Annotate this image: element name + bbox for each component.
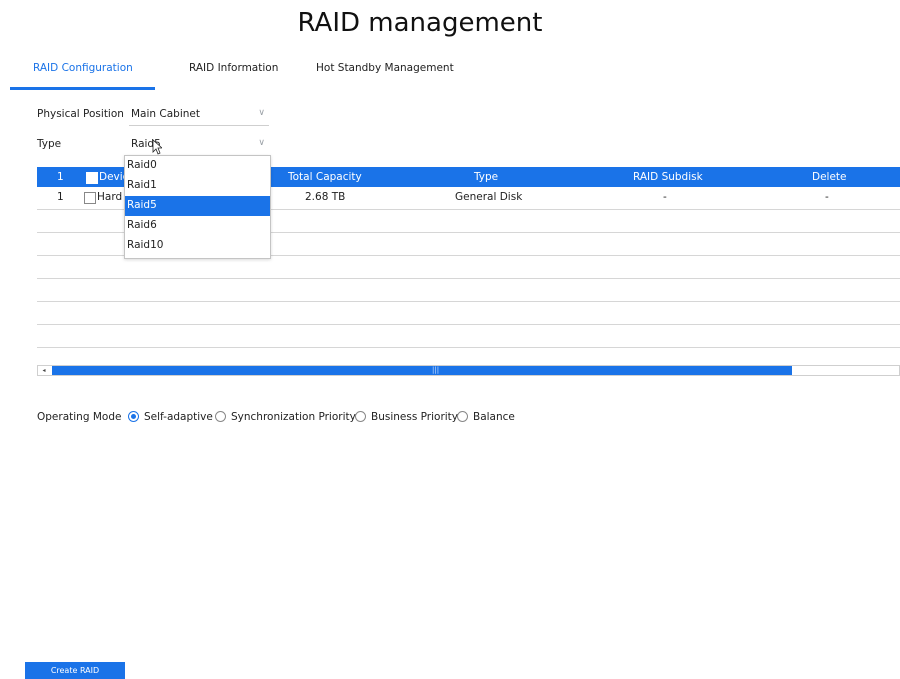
type-label: Type bbox=[37, 138, 62, 150]
mouse-cursor-icon bbox=[152, 139, 162, 155]
table-row bbox=[37, 256, 900, 279]
dropdown-option-raid5[interactable]: Raid5 bbox=[125, 196, 270, 216]
table-row bbox=[37, 341, 900, 363]
balance-label[interactable]: Balance bbox=[473, 411, 515, 423]
radio-synchronization-priority[interactable] bbox=[215, 411, 226, 422]
physical-position-value: Main Cabinet bbox=[131, 108, 200, 120]
horizontal-scrollbar[interactable]: ◂ ||| bbox=[37, 365, 900, 376]
scrollbar-thumb[interactable]: ||| bbox=[52, 366, 792, 375]
type-select[interactable]: Raid5 ∨ bbox=[129, 135, 269, 156]
chevron-down-icon: ∨ bbox=[258, 108, 265, 118]
radio-balance[interactable] bbox=[457, 411, 468, 422]
chevron-down-icon: ∨ bbox=[258, 138, 265, 148]
physical-position-select[interactable]: Main Cabinet ∨ bbox=[129, 105, 269, 126]
table-row bbox=[37, 302, 900, 325]
type-dropdown-list: Raid0 Raid1 Raid5 Raid6 Raid10 bbox=[124, 155, 271, 259]
tab-raid-information[interactable]: RAID Information bbox=[189, 62, 278, 74]
page-title: RAID management bbox=[297, 8, 543, 38]
table-row bbox=[37, 279, 900, 302]
tab-hot-standby-management[interactable]: Hot Standby Management bbox=[316, 62, 454, 74]
dropdown-option-raid6[interactable]: Raid6 bbox=[125, 216, 270, 236]
row-checkbox[interactable] bbox=[84, 192, 96, 204]
scroll-left-icon[interactable]: ◂ bbox=[38, 366, 50, 375]
radio-business-priority[interactable] bbox=[355, 411, 366, 422]
header-type: Type bbox=[474, 171, 499, 183]
radio-self-adaptive[interactable] bbox=[128, 411, 139, 422]
header-delete: Delete bbox=[812, 171, 847, 183]
header-total-capacity: Total Capacity bbox=[288, 171, 362, 183]
tab-raid-configuration[interactable]: RAID Configuration bbox=[33, 62, 133, 74]
operating-mode-label: Operating Mode bbox=[37, 411, 122, 423]
row-type: General Disk bbox=[455, 191, 523, 203]
header-index: 1 bbox=[57, 171, 64, 183]
header-raid-subdisk: RAID Subdisk bbox=[633, 171, 703, 183]
active-tab-indicator bbox=[10, 87, 155, 90]
select-all-checkbox[interactable] bbox=[86, 172, 98, 184]
row-total-capacity: 2.68 TB bbox=[305, 191, 346, 203]
dropdown-option-raid10[interactable]: Raid10 bbox=[125, 236, 270, 256]
row-raid-subdisk: - bbox=[663, 191, 667, 203]
synchronization-priority-label[interactable]: Synchronization Priority bbox=[231, 411, 356, 423]
row-device: Hard bbox=[97, 191, 123, 203]
row-delete[interactable]: - bbox=[825, 191, 829, 203]
physical-position-label: Physical Position bbox=[37, 108, 124, 120]
dropdown-option-raid1[interactable]: Raid1 bbox=[125, 176, 270, 196]
self-adaptive-label[interactable]: Self-adaptive bbox=[144, 411, 213, 423]
row-index: 1 bbox=[57, 191, 64, 203]
dropdown-option-raid0[interactable]: Raid0 bbox=[125, 156, 270, 176]
business-priority-label[interactable]: Business Priority bbox=[371, 411, 458, 423]
scroll-grip-icon: ||| bbox=[432, 366, 440, 374]
create-raid-button[interactable]: Create RAID bbox=[25, 662, 125, 679]
tab-bar: RAID Configuration RAID Information Hot … bbox=[10, 60, 890, 90]
